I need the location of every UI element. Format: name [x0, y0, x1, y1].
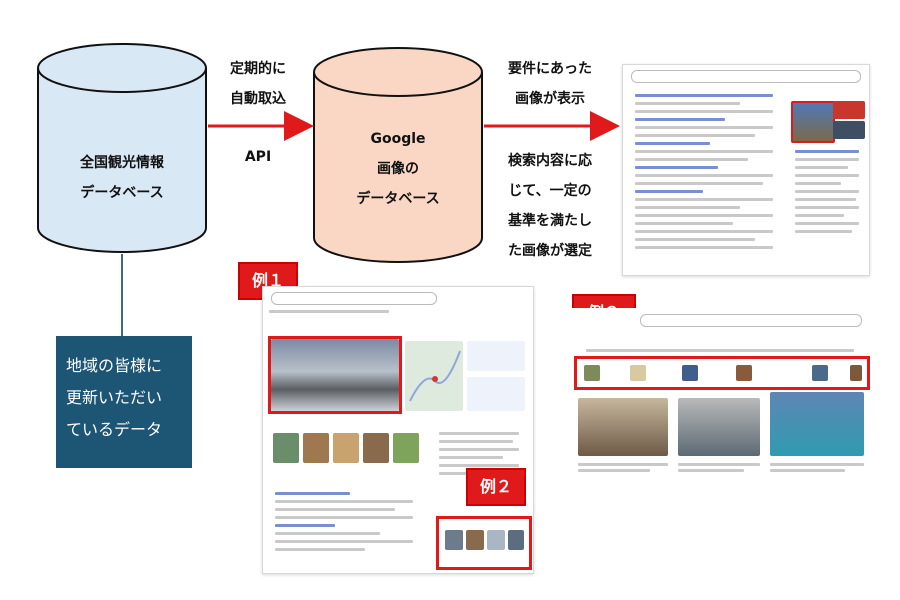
ex1-info-card — [467, 341, 525, 371]
ex1-thumb — [303, 433, 329, 463]
community-data-box: 地域の皆様に 更新いただい ているデータ — [56, 336, 192, 468]
arrow2-bottom-line-1: 検索内容に応 — [508, 153, 592, 169]
arrow2-bottom-line-2: じて、一定の — [508, 183, 592, 199]
arrow2-top-label: 要件にあった 画像が表示 — [494, 54, 606, 114]
search-results-screenshot — [622, 64, 870, 276]
example-2-tag: 例２ — [466, 468, 526, 506]
knowledge-panel-thumb — [833, 121, 865, 139]
knowledge-panel-photo — [791, 101, 835, 143]
ex1-map — [405, 341, 463, 411]
ex2-highlight-frame — [436, 516, 532, 570]
arrow2-top-line-2: 画像が表示 — [515, 91, 585, 107]
right-cylinder-line-2: 画像の — [377, 161, 419, 177]
arrow2-top-line-1: 要件にあった — [508, 61, 592, 77]
arrow2-bottom-line-3: 基準を満たし — [508, 213, 592, 229]
arrow1-line-2: 自動取込 — [230, 91, 286, 107]
ex1-thumb — [333, 433, 359, 463]
arrow1-label: 定期的に 自動取込 — [216, 54, 300, 114]
community-box-line-1: 地域の皆様に — [66, 356, 163, 375]
ex3-image — [770, 392, 864, 456]
right-cylinder-label: Google 画像の データベース — [328, 124, 468, 214]
arrow2-bottom-label: 検索内容に応 じて、一定の 基準を満たし た画像が選定 — [494, 146, 606, 266]
ex1-thumb — [363, 433, 389, 463]
community-box-line-2: 更新いただい — [66, 388, 163, 407]
knowledge-panel-thumb — [833, 101, 865, 119]
right-cylinder-line-1: Google — [370, 131, 426, 147]
api-label: API — [244, 149, 272, 165]
ex3-highlight-frame — [574, 356, 870, 390]
ex1-info-card — [467, 377, 525, 411]
left-cylinder-label: 全国観光情報 データベース — [60, 148, 184, 208]
ex3-image — [578, 398, 668, 456]
ex1-thumb — [273, 433, 299, 463]
arrow1-line-1: 定期的に — [230, 61, 286, 77]
ex1-highlight-frame — [268, 336, 402, 414]
right-cylinder-line-3: データベース — [356, 191, 440, 207]
community-box-line-3: ているデータ — [66, 420, 163, 439]
screenshot-search-bar — [631, 70, 861, 83]
example-3-screenshot — [570, 308, 870, 484]
arrow2-bottom-line-4: た画像が選定 — [508, 243, 592, 259]
left-cylinder-line-2: データベース — [80, 185, 164, 201]
ex3-image — [678, 398, 760, 456]
ex1-search-bar — [271, 292, 437, 305]
ex1-thumb — [393, 433, 419, 463]
left-cylinder-line-1: 全国観光情報 — [80, 155, 164, 171]
ex3-search-bar — [640, 314, 862, 327]
